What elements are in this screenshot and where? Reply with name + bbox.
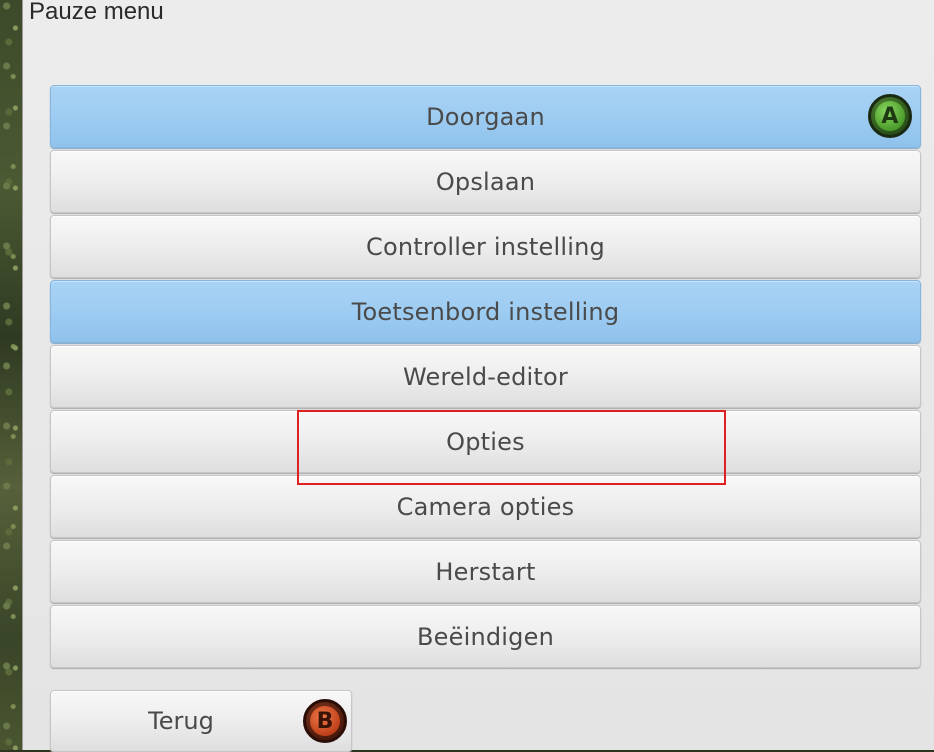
quit-button[interactable]: Beëindigen: [50, 605, 921, 668]
continue-button[interactable]: Doorgaan A: [50, 85, 921, 148]
options-button[interactable]: Opties: [50, 410, 921, 473]
save-label: Opslaan: [435, 167, 536, 196]
game-world-background: [0, 0, 22, 750]
options-label: Opties: [446, 427, 525, 456]
continue-label: Doorgaan: [426, 102, 545, 131]
world-editor-label: Wereld-editor: [403, 362, 568, 391]
dialog-title: Pauze menu: [29, 0, 164, 25]
camera-options-label: Camera opties: [396, 492, 575, 521]
controller-settings-label: Controller instelling: [366, 232, 605, 261]
world-editor-button[interactable]: Wereld-editor: [50, 345, 921, 408]
a-button-icon: A: [868, 94, 912, 138]
save-button[interactable]: Opslaan: [50, 150, 921, 213]
b-button-icon: B: [303, 699, 347, 743]
keyboard-settings-label: Toetsenbord instelling: [351, 297, 620, 326]
pause-menu-dialog: Pauze menu Doorgaan A Opslaan Controller…: [22, 0, 934, 752]
restart-label: Herstart: [435, 557, 536, 586]
restart-button[interactable]: Herstart: [50, 540, 921, 603]
a-button-glyph: A: [875, 101, 905, 131]
keyboard-settings-button[interactable]: Toetsenbord instelling: [50, 280, 921, 343]
back-label: Terug: [148, 707, 214, 735]
quit-label: Beëindigen: [417, 622, 554, 651]
menu-list: Doorgaan A Opslaan Controller instelling…: [50, 85, 921, 670]
controller-settings-button[interactable]: Controller instelling: [50, 215, 921, 278]
back-button[interactable]: Terug B: [50, 690, 352, 752]
b-button-glyph: B: [310, 706, 340, 736]
camera-options-button[interactable]: Camera opties: [50, 475, 921, 538]
